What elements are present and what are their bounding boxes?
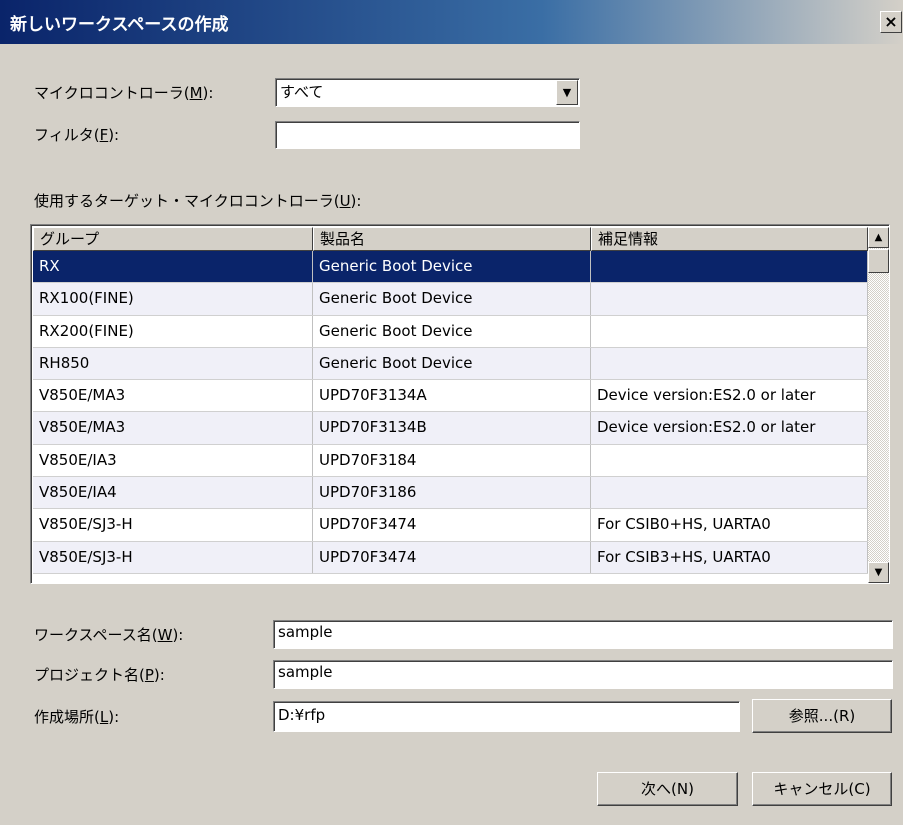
cell-info bbox=[591, 283, 868, 315]
cell-group: V850E/MA3 bbox=[33, 412, 313, 444]
project-name-input[interactable]: sample bbox=[273, 660, 893, 689]
table-row[interactable]: V850E/MA3 UPD70F3134A Device version:ES2… bbox=[33, 380, 868, 413]
workspace-name-value: sample bbox=[278, 623, 333, 641]
cell-info bbox=[591, 251, 868, 283]
cell-group: RH850 bbox=[33, 347, 313, 380]
table-row[interactable]: V850E/IA3 UPD70F3184 bbox=[33, 444, 868, 478]
cell-product: Generic Boot Device bbox=[313, 315, 591, 347]
microcontroller-value: すべて bbox=[280, 83, 324, 101]
cell-group: V850E/IA3 bbox=[33, 444, 313, 477]
cell-group: RX bbox=[33, 251, 313, 283]
workspace-name-input[interactable]: sample bbox=[273, 620, 893, 649]
filter-label: フィルタ(F): bbox=[34, 126, 120, 144]
cell-product: Generic Boot Device bbox=[313, 347, 591, 380]
cell-group: V850E/SJ3-H bbox=[33, 509, 313, 541]
cell-product: UPD70F3134A bbox=[313, 380, 591, 412]
table-row[interactable]: V850E/SJ3-H UPD70F3474 For CSIB3+HS, UAR… bbox=[33, 541, 868, 574]
cell-info bbox=[591, 315, 868, 347]
vertical-scrollbar[interactable]: ▲ ▼ bbox=[868, 227, 889, 583]
cell-info: For CSIB3+HS, UARTA0 bbox=[591, 541, 868, 573]
cell-product: Generic Boot Device bbox=[313, 283, 591, 315]
cell-group: V850E/SJ3-H bbox=[33, 541, 313, 573]
filter-input[interactable] bbox=[275, 121, 580, 149]
table-row[interactable]: RH850 Generic Boot Device bbox=[33, 347, 868, 381]
scroll-up-icon[interactable]: ▲ bbox=[868, 227, 889, 248]
cell-group: RX100(FINE) bbox=[33, 283, 313, 315]
cell-group: V850E/IA4 bbox=[33, 477, 313, 509]
location-value: D:¥rfp bbox=[278, 706, 326, 724]
browse-button[interactable]: 参照...(R) bbox=[752, 699, 892, 733]
column-header-info[interactable]: 補足情報 bbox=[591, 227, 868, 251]
table-row[interactable]: V850E/IA4 UPD70F3186 bbox=[33, 477, 868, 510]
cell-info: Device version:ES2.0 or later bbox=[591, 412, 868, 444]
target-microcontroller-label: 使用するターゲット・マイクロコントローラ(U): bbox=[34, 192, 362, 210]
cell-info bbox=[591, 347, 868, 380]
dialog-title: 新しいワークスペースの作成 bbox=[10, 15, 229, 35]
list-rows: RX Generic Boot Device RX100(FINE) Gener… bbox=[33, 251, 868, 574]
table-row[interactable]: RX Generic Boot Device bbox=[33, 251, 868, 284]
microcontroller-combobox[interactable]: すべて ▼ bbox=[275, 78, 580, 107]
table-row[interactable]: RX100(FINE) Generic Boot Device bbox=[33, 283, 868, 316]
new-workspace-dialog: 新しいワークスペースの作成 × マイクロコントローラ(M): すべて ▼ フィル… bbox=[0, 0, 903, 825]
cell-product: UPD70F3184 bbox=[313, 444, 591, 477]
table-row[interactable]: V850E/SJ3-H UPD70F3474 For CSIB0+HS, UAR… bbox=[33, 509, 868, 542]
cell-product: UPD70F3474 bbox=[313, 541, 591, 573]
cell-info: For CSIB0+HS, UARTA0 bbox=[591, 509, 868, 541]
table-row[interactable]: RX200(FINE) Generic Boot Device bbox=[33, 315, 868, 348]
cell-product: Generic Boot Device bbox=[313, 251, 591, 283]
close-icon[interactable]: × bbox=[880, 11, 902, 33]
cell-group: RX200(FINE) bbox=[33, 315, 313, 347]
list-header: グループ 製品名 補足情報 bbox=[33, 227, 868, 251]
cell-group: V850E/MA3 bbox=[33, 380, 313, 412]
cell-info: Device version:ES2.0 or later bbox=[591, 380, 868, 412]
cancel-button[interactable]: キャンセル(C) bbox=[752, 772, 892, 806]
workspace-name-label: ワークスペース名(W): bbox=[34, 626, 184, 644]
project-name-value: sample bbox=[278, 663, 333, 681]
project-name-label: プロジェクト名(P): bbox=[34, 666, 165, 684]
column-header-group[interactable]: グループ bbox=[33, 227, 313, 251]
location-label: 作成場所(L): bbox=[34, 708, 120, 726]
scroll-down-icon[interactable]: ▼ bbox=[868, 562, 889, 583]
column-header-product[interactable]: 製品名 bbox=[313, 227, 591, 251]
next-button[interactable]: 次へ(N) bbox=[597, 772, 738, 806]
cell-product: UPD70F3474 bbox=[313, 509, 591, 541]
microcontroller-label: マイクロコントローラ(M): bbox=[34, 84, 214, 102]
scroll-thumb[interactable] bbox=[868, 249, 889, 273]
chevron-down-icon[interactable]: ▼ bbox=[556, 80, 578, 105]
cell-info bbox=[591, 444, 868, 477]
table-row[interactable]: V850E/MA3 UPD70F3134B Device version:ES2… bbox=[33, 412, 868, 445]
target-microcontroller-list[interactable]: グループ 製品名 補足情報 RX Generic Boot Device RX1… bbox=[30, 224, 890, 584]
cell-product: UPD70F3134B bbox=[313, 412, 591, 444]
title-bar[interactable]: 新しいワークスペースの作成 bbox=[0, 0, 903, 44]
cell-info bbox=[591, 477, 868, 509]
location-input[interactable]: D:¥rfp bbox=[273, 701, 740, 732]
cell-product: UPD70F3186 bbox=[313, 477, 591, 509]
